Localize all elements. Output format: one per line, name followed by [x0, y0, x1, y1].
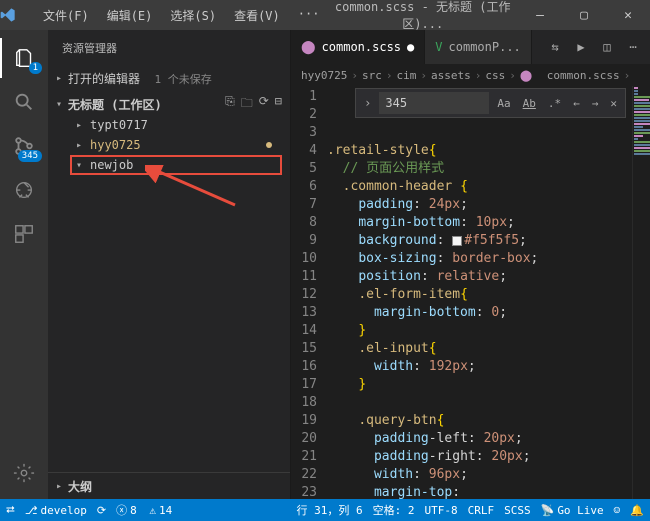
- status-sync[interactable]: ⟳: [97, 504, 106, 517]
- activity-search-icon[interactable]: [0, 82, 48, 122]
- vscode-icon: [0, 7, 35, 23]
- sidebar-header: 资源管理器: [48, 30, 290, 65]
- chevron-right-icon: ▸: [56, 481, 68, 492]
- breadcrumb[interactable]: hyy0725› src› cim› assets› css› ⬤ common…: [291, 64, 650, 86]
- new-folder-icon[interactable]: 🗀: [241, 94, 253, 115]
- broadcast-icon: 📡: [541, 504, 555, 517]
- line-numbers: 1234567891011121314151617181920212223: [291, 86, 327, 499]
- refresh-icon[interactable]: ⟳: [259, 94, 269, 115]
- chevron-right-icon: ▸: [76, 140, 88, 151]
- activity-explorer-icon[interactable]: 1: [0, 38, 48, 78]
- tree-folder-newjob[interactable]: ▾ newjob: [70, 155, 282, 175]
- status-cursor[interactable]: 行 31，列 6: [296, 502, 362, 518]
- chevron-down-icon: ▾: [76, 160, 88, 171]
- split-icon[interactable]: ◫: [596, 40, 618, 54]
- find-word-icon[interactable]: Ab: [519, 97, 540, 110]
- explorer-badge: 1: [29, 62, 42, 74]
- menu-file[interactable]: 文件(F): [35, 3, 97, 28]
- menu-view[interactable]: 查看(V): [226, 3, 288, 28]
- code-content[interactable]: .retail-style{ // 页面公用样式 .common-header …: [327, 86, 632, 499]
- status-encoding[interactable]: UTF-8: [424, 502, 457, 518]
- menu-selection[interactable]: 选择(S): [162, 3, 224, 28]
- minimap[interactable]: [632, 86, 650, 499]
- branch-icon: ⎇: [25, 504, 38, 517]
- vue-icon: V: [435, 40, 442, 54]
- collapse-icon[interactable]: ⊟: [275, 94, 282, 115]
- more-icon[interactable]: ⋯: [622, 40, 644, 54]
- chevron-right-icon: ▸: [56, 73, 68, 84]
- tree-folder-hyy0725[interactable]: ▸ hyy0725: [70, 135, 282, 155]
- find-input[interactable]: [379, 92, 489, 114]
- sass-icon: ⬤: [301, 40, 316, 55]
- activity-debug-icon[interactable]: [0, 170, 48, 210]
- compare-icon[interactable]: ⇆: [544, 40, 566, 54]
- find-expand-icon[interactable]: ›: [360, 96, 375, 110]
- menu-bar: 文件(F) 编辑(E) 选择(S) 查看(V) ···: [35, 3, 327, 28]
- dirty-indicator-icon: ●: [407, 40, 414, 54]
- menu-edit[interactable]: 编辑(E): [99, 3, 161, 28]
- chevron-right-icon: ▸: [76, 120, 88, 131]
- outline-section[interactable]: ▸ 大纲: [56, 475, 282, 497]
- status-spaces[interactable]: 空格: 2: [373, 502, 415, 518]
- find-next-icon[interactable]: →: [588, 97, 603, 110]
- status-problems[interactable]: ⓧ8 ⚠14: [116, 502, 172, 518]
- status-golive[interactable]: 📡Go Live: [541, 502, 604, 518]
- status-eol[interactable]: CRLF: [468, 502, 495, 518]
- new-file-icon[interactable]: ⎘: [225, 94, 235, 115]
- status-branch[interactable]: ⎇develop: [25, 504, 87, 517]
- find-widget: › Aa Ab .* ← → ✕: [355, 88, 626, 118]
- menu-more[interactable]: ···: [290, 3, 328, 28]
- tab-common-scss[interactable]: ⬤ common.scss ●: [291, 30, 425, 64]
- window-close[interactable]: ✕: [606, 0, 650, 30]
- run-icon[interactable]: ▶: [570, 40, 592, 54]
- window-maximize[interactable]: ▢: [562, 0, 606, 30]
- error-icon: ⓧ: [116, 502, 127, 518]
- activity-scm-icon[interactable]: 345: [0, 126, 48, 166]
- window-minimize[interactable]: ―: [518, 0, 562, 30]
- chevron-down-icon: ▾: [56, 99, 68, 110]
- find-prev-icon[interactable]: ←: [569, 97, 584, 110]
- status-remote[interactable]: ⮂: [6, 503, 15, 517]
- tree-folder-typt0717[interactable]: ▸ typt0717: [70, 115, 282, 135]
- activity-settings-icon[interactable]: [0, 453, 48, 493]
- find-close-icon[interactable]: ✕: [606, 97, 621, 110]
- find-case-icon[interactable]: Aa: [493, 97, 514, 110]
- tab-commonp[interactable]: V commonP...: [425, 30, 531, 64]
- status-feedback-icon[interactable]: ☺: [614, 502, 621, 518]
- activity-extensions-icon[interactable]: [0, 214, 48, 254]
- scm-badge: 345: [18, 150, 42, 162]
- window-title: common.scss - 无标题 (工作区)...: [327, 0, 518, 32]
- status-lang[interactable]: SCSS: [504, 502, 531, 518]
- warning-icon: ⚠: [149, 504, 156, 517]
- status-bell-icon[interactable]: 🔔: [630, 502, 644, 518]
- find-regex-icon[interactable]: .*: [544, 97, 565, 110]
- workspace-section[interactable]: ▾ 无标题 (工作区) ⎘ 🗀 ⟳ ⊟: [56, 93, 282, 115]
- open-editors-section[interactable]: ▸ 打开的编辑器 1 个未保存: [56, 67, 282, 89]
